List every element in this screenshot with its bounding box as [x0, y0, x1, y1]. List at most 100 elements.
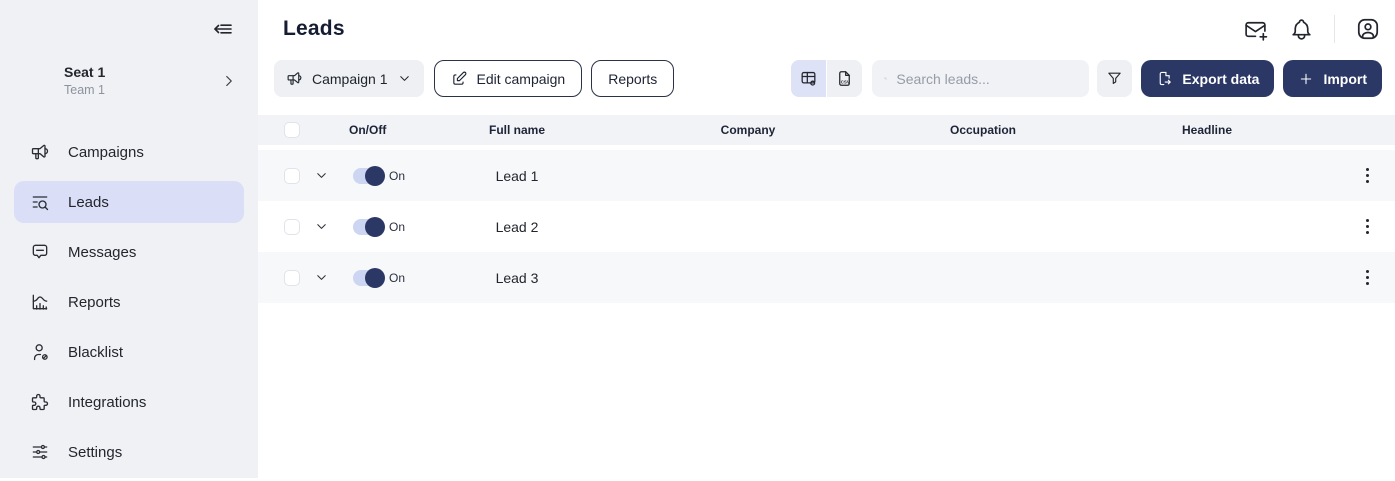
chevron-right-icon[interactable]: [220, 72, 238, 90]
table-row: On Lead 1: [258, 150, 1395, 201]
toggle-state-label: On: [389, 169, 405, 183]
kebab-icon: [1366, 168, 1369, 171]
csv-view-button[interactable]: CSV: [827, 60, 862, 97]
megaphone-icon: [286, 70, 303, 87]
view-toggle: CSV: [791, 60, 862, 97]
sidebar-item-campaigns[interactable]: Campaigns: [14, 131, 244, 173]
file-export-icon: [1156, 70, 1173, 87]
topbar: Leads: [258, 0, 1395, 58]
column-header-occupation: Occupation: [892, 123, 1074, 137]
kebab-icon: [1366, 270, 1369, 273]
search-icon: [884, 70, 887, 87]
new-message-button[interactable]: [1242, 16, 1268, 42]
chevron-down-icon: [314, 219, 329, 234]
reports-label: Reports: [608, 71, 657, 87]
megaphone-icon: [30, 142, 50, 162]
select-all-checkbox[interactable]: [284, 122, 300, 138]
csv-file-icon: CSV: [835, 69, 854, 88]
edit-campaign-label: Edit campaign: [477, 71, 566, 87]
plus-icon: [1298, 71, 1314, 87]
seat-subtitle: Team 1: [64, 83, 105, 97]
row-expand-button[interactable]: [310, 267, 332, 289]
sidebar-item-messages[interactable]: Messages: [14, 231, 244, 273]
table-row: On Lead 3: [258, 252, 1395, 303]
topbar-divider: [1334, 15, 1335, 43]
user-block-icon: [30, 342, 50, 362]
table-row: On Lead 2: [258, 201, 1395, 252]
export-data-label: Export data: [1182, 71, 1259, 87]
message-icon: [30, 242, 50, 262]
filter-button[interactable]: [1097, 60, 1132, 97]
sidebar-item-integrations[interactable]: Integrations: [14, 381, 244, 423]
search-box: [872, 60, 1089, 97]
row-menu-button[interactable]: [1360, 162, 1375, 189]
column-header-onoff: On/Off: [336, 123, 430, 137]
row-checkbox[interactable]: [284, 168, 300, 184]
row-expand-button[interactable]: [310, 216, 332, 238]
sidebar-nav: Campaigns Leads Messages Reports: [14, 131, 244, 481]
import-label: Import: [1323, 71, 1367, 87]
seat-selector[interactable]: Seat 1 Team 1: [14, 64, 244, 97]
sidebar-collapse-button[interactable]: [210, 16, 236, 42]
lead-on-off-toggle[interactable]: [353, 168, 383, 184]
sliders-icon: [30, 442, 50, 462]
toggle-state-label: On: [389, 271, 405, 285]
toggle-state-label: On: [389, 220, 405, 234]
table-header: On/Off Full name Company Occupation Head…: [258, 115, 1395, 145]
sidebar-item-label: Integrations: [68, 394, 146, 411]
kebab-icon: [1366, 219, 1369, 222]
row-menu-button[interactable]: [1360, 213, 1375, 240]
svg-text:CSV: CSV: [841, 79, 850, 84]
lead-name[interactable]: Lead 1: [496, 168, 539, 184]
sidebar-item-reports[interactable]: Reports: [14, 281, 244, 323]
toolbar: Campaign 1 Edit campaign Reports: [258, 60, 1395, 97]
seat-title: Seat 1: [64, 64, 105, 80]
sidebar-item-label: Messages: [68, 244, 136, 261]
campaign-selector-label: Campaign 1: [312, 71, 388, 87]
page-title: Leads: [283, 17, 345, 41]
leads-table-body: On Lead 1 On Lead 2: [258, 150, 1395, 303]
chevron-down-icon: [314, 270, 329, 285]
import-button[interactable]: Import: [1283, 60, 1382, 97]
user-avatar-icon: [1355, 16, 1381, 42]
sidebar-collapse-icon: [211, 17, 235, 41]
sidebar-item-settings[interactable]: Settings: [14, 431, 244, 473]
bell-icon: [1289, 17, 1314, 42]
row-checkbox[interactable]: [284, 219, 300, 235]
campaign-selector[interactable]: Campaign 1: [274, 60, 424, 97]
edit-campaign-button[interactable]: Edit campaign: [434, 60, 583, 97]
sidebar-item-label: Blacklist: [68, 344, 123, 361]
sidebar-item-label: Reports: [68, 294, 121, 311]
export-data-button[interactable]: Export data: [1141, 60, 1274, 97]
main-content: Leads: [258, 0, 1395, 478]
toggle-knob: [365, 268, 385, 288]
row-checkbox[interactable]: [284, 270, 300, 286]
sidebar-item-label: Leads: [68, 194, 109, 211]
row-menu-button[interactable]: [1360, 264, 1375, 291]
notifications-button[interactable]: [1288, 16, 1314, 42]
chevron-down-icon: [314, 168, 329, 183]
sidebar: Seat 1 Team 1 Campaigns Leads: [0, 0, 258, 478]
lead-name[interactable]: Lead 2: [496, 219, 539, 235]
reports-button[interactable]: Reports: [591, 60, 674, 97]
edit-pencil-icon: [451, 70, 468, 87]
profile-button[interactable]: [1355, 16, 1381, 42]
mail-plus-icon: [1243, 17, 1268, 42]
chart-icon: [30, 292, 50, 312]
puzzle-icon: [30, 392, 50, 412]
table-view-button[interactable]: [791, 60, 826, 97]
funnel-icon: [1106, 70, 1123, 87]
sidebar-item-leads[interactable]: Leads: [14, 181, 244, 223]
lead-name[interactable]: Lead 3: [496, 270, 539, 286]
list-search-icon: [30, 192, 50, 212]
sidebar-item-blacklist[interactable]: Blacklist: [14, 331, 244, 373]
sidebar-item-label: Campaigns: [68, 144, 144, 161]
search-input[interactable]: [896, 71, 1077, 87]
toggle-knob: [365, 217, 385, 237]
toggle-knob: [365, 166, 385, 186]
column-header-fullname: Full name: [430, 123, 604, 137]
lead-on-off-toggle[interactable]: [353, 219, 383, 235]
row-expand-button[interactable]: [310, 165, 332, 187]
chevron-down-icon: [397, 71, 412, 86]
lead-on-off-toggle[interactable]: [353, 270, 383, 286]
